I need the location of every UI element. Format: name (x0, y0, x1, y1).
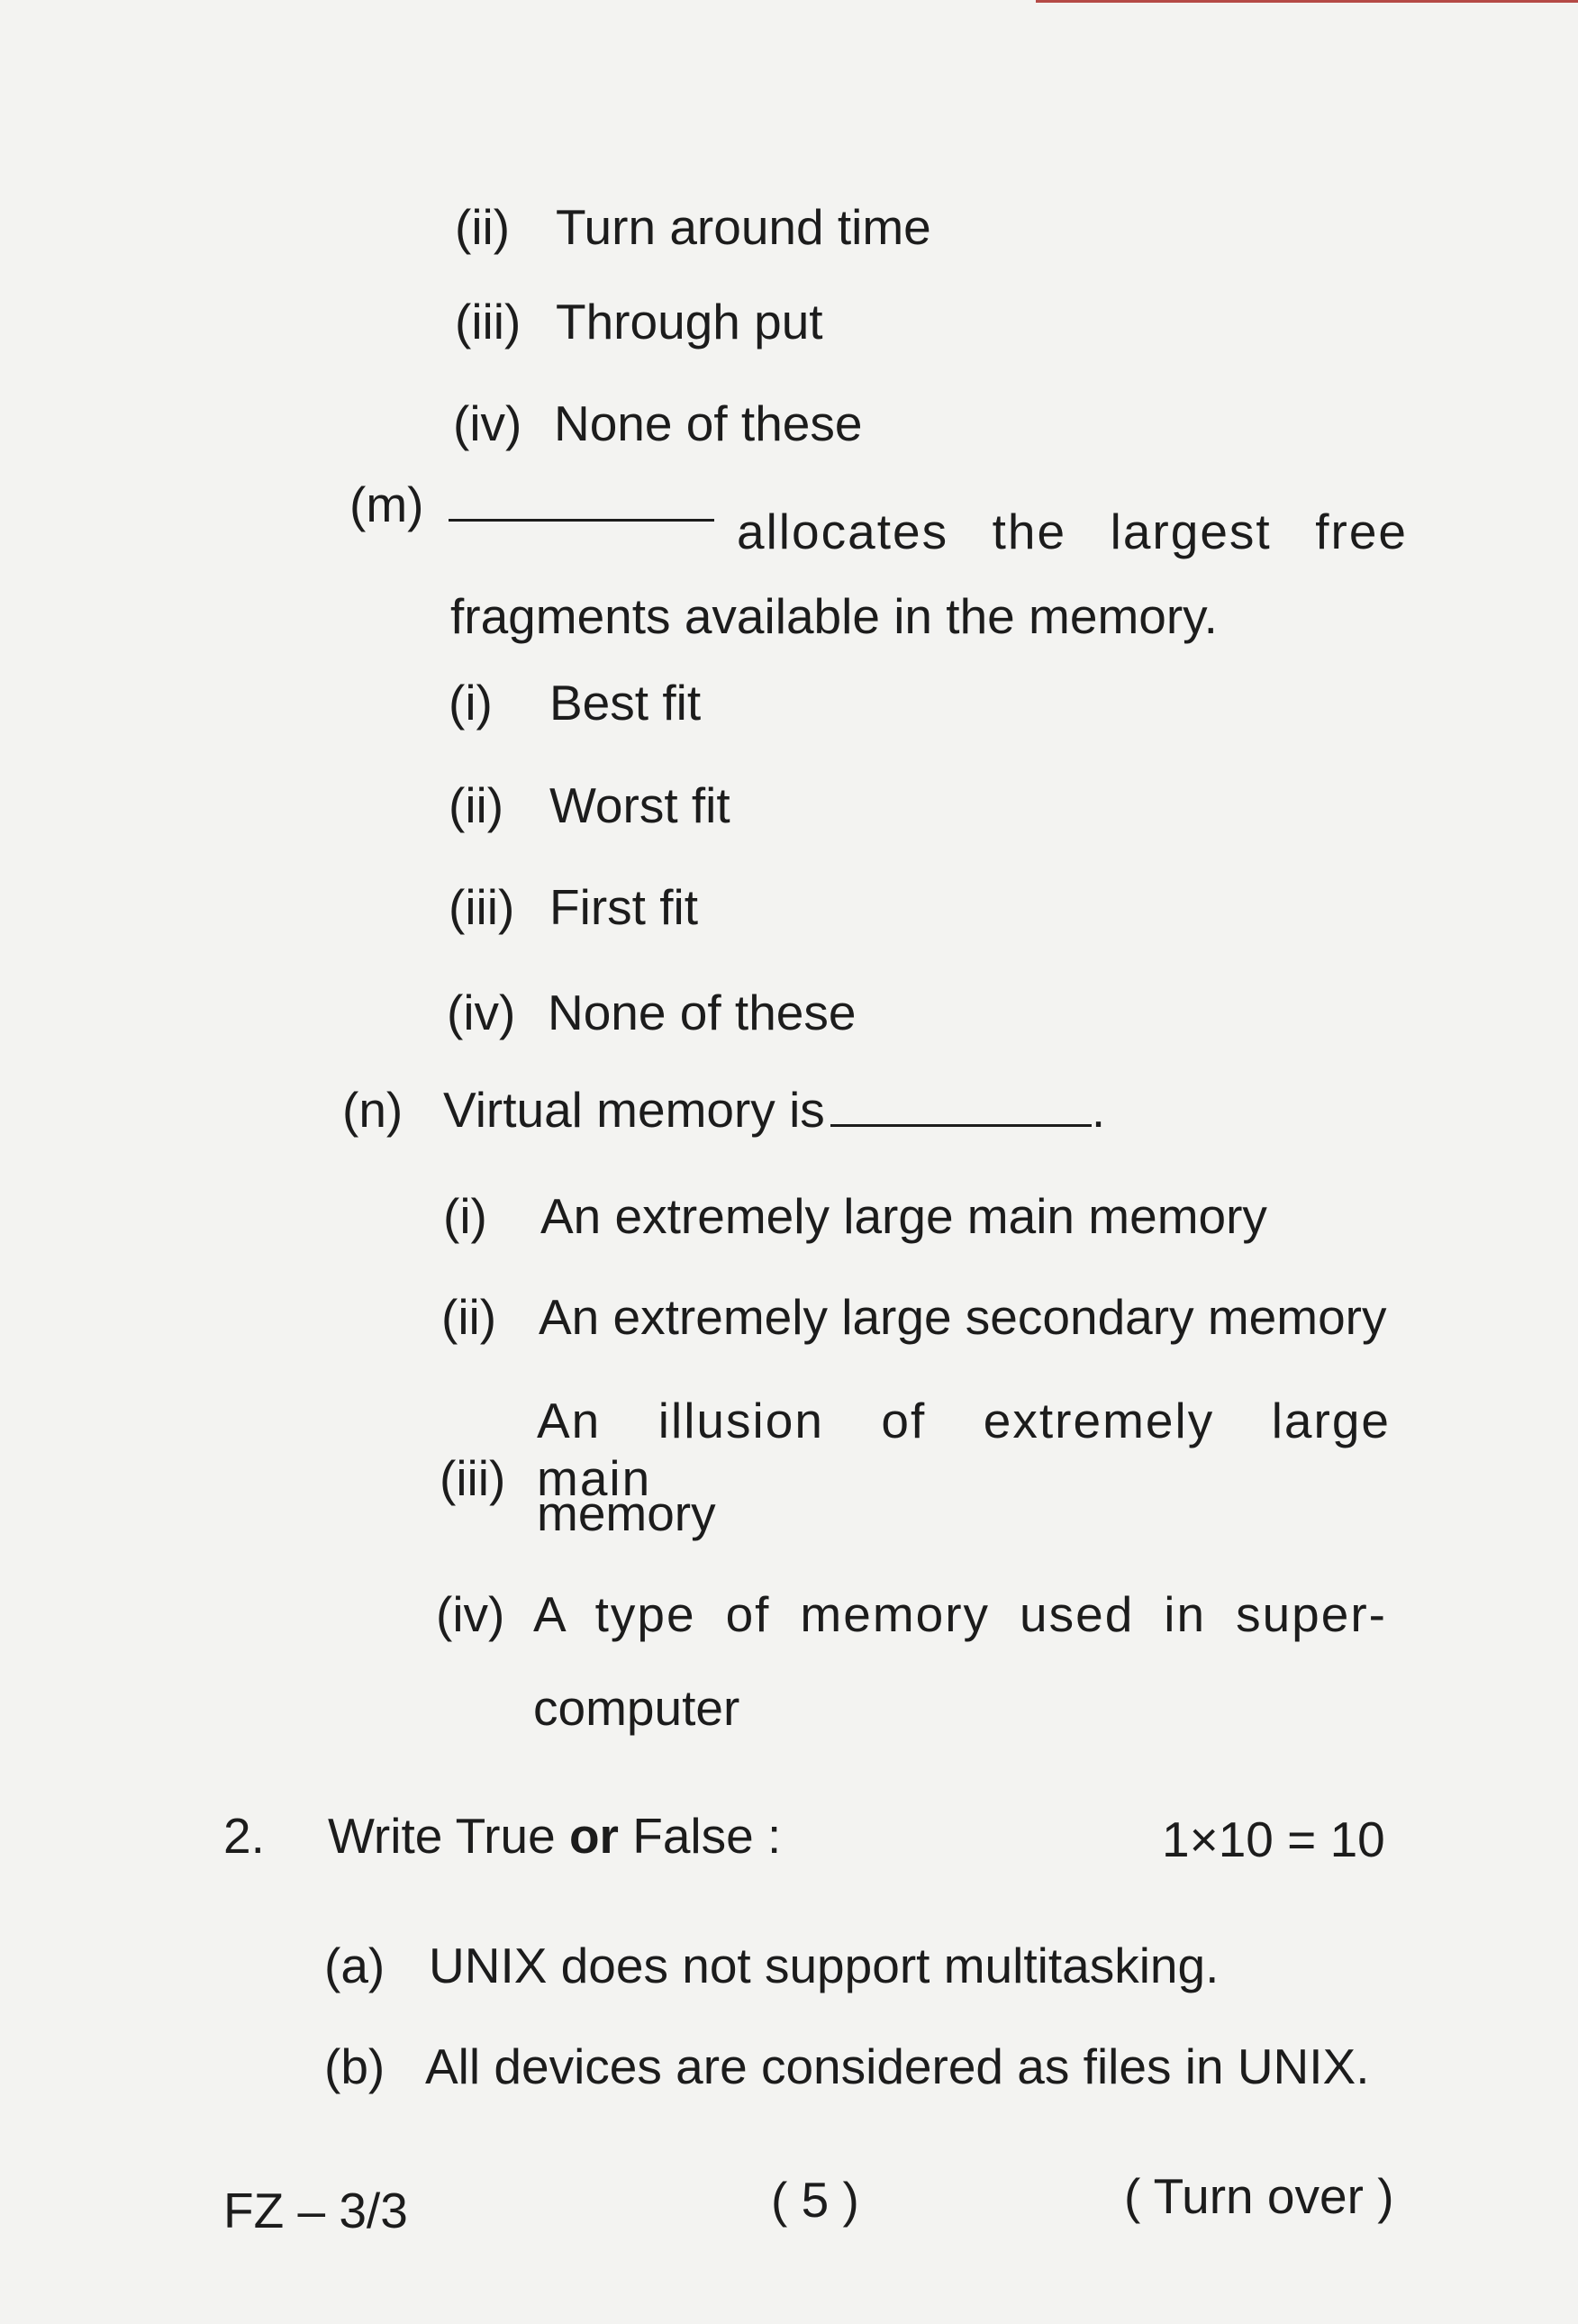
option-text: An extremely large main memory (540, 1188, 1267, 1244)
option-text: An extremely large secondary memory (539, 1289, 1387, 1345)
turn-over-note: ( Turn over ) (1124, 2168, 1394, 2224)
title-part: False : (618, 1808, 782, 1864)
option-text: None of these (554, 395, 863, 451)
option-label: (iv) (447, 985, 516, 1040)
question-n-label: (n) (342, 1082, 404, 1138)
question-m-stem-line1: allocates the largest free (737, 504, 1408, 559)
option-iii-m: (iii) First fit (449, 878, 698, 936)
option-iv-n: (iv) A type of memory used in super- (436, 1585, 1387, 1643)
option-label: (i) (443, 1188, 487, 1244)
option-text: Turn around time (556, 199, 931, 255)
option-label: (iii) (440, 1450, 506, 1506)
option-label: (ii) (449, 777, 504, 833)
page-number: ( 5 ) (771, 2172, 859, 2228)
question-n-stem: Virtual memory is (443, 1082, 825, 1138)
section-2-marks: 1×10 = 10 (1162, 1811, 1385, 1867)
title-part: Write True (328, 1808, 569, 1864)
question-n: (n) Virtual memory is. (342, 1081, 1105, 1139)
paper-code: FZ – 3/3 (223, 2183, 408, 2238)
option-label: (iv) (453, 395, 522, 451)
statement-a: (a) UNIX does not support multitasking. (324, 1937, 1219, 1994)
option-iv-prev: (iv) None of these (453, 395, 862, 452)
option-label: (i) (449, 675, 493, 731)
statement-b: (b) All devices are considered as files i… (324, 2038, 1370, 2095)
option-label: (iv) (436, 1586, 505, 1642)
option-text: Through put (556, 294, 823, 350)
option-label: (iii) (449, 879, 515, 935)
statement-label: (b) (324, 2038, 385, 2094)
option-text: First fit (549, 879, 698, 935)
title-or: or (568, 1808, 619, 1864)
option-text: Best fit (549, 675, 702, 731)
option-text: A type of memory used in super- (533, 1586, 1387, 1642)
question-n-stem-end: . (1091, 1082, 1106, 1138)
option-ii-n: (ii) An extremely large secondary memory (441, 1288, 1386, 1346)
section-2-number: 2. (223, 1808, 265, 1864)
top-edge-line (1036, 0, 1578, 3)
section-2-title: Write True or False : (328, 1807, 781, 1865)
statement-text: UNIX does not support multitasking. (429, 1938, 1220, 1993)
answer-blank (449, 519, 714, 522)
option-label: (iii) (455, 294, 521, 350)
option-ii-m: (ii) Worst fit (449, 776, 730, 834)
question-m-label: (m) (349, 477, 424, 532)
option-label: (ii) (441, 1289, 497, 1345)
option-text: Worst fit (549, 777, 730, 833)
option-i-m: (i) Best fit (449, 674, 701, 731)
question-m-stem-line2: fragments available in the memory. (450, 588, 1218, 644)
option-text: None of these (548, 985, 857, 1040)
option-iii-n-continued: memory (537, 1485, 716, 1541)
exam-page: (ii) Turn around time (iii) Through put (i… (0, 0, 1578, 2324)
option-i-n: (i) An extremely large main memory (443, 1187, 1267, 1245)
option-ii-prev: (ii) Turn around time (455, 198, 931, 256)
option-iv-m: (iv) None of these (447, 984, 856, 1041)
statement-text: All devices are considered as files in U… (425, 2038, 1370, 2094)
option-label: (ii) (455, 199, 511, 255)
option-iv-n-continued: computer (533, 1680, 740, 1736)
answer-blank (830, 1124, 1092, 1127)
option-iii-prev: (iii) Through put (455, 293, 823, 350)
statement-label: (a) (324, 1938, 385, 1993)
